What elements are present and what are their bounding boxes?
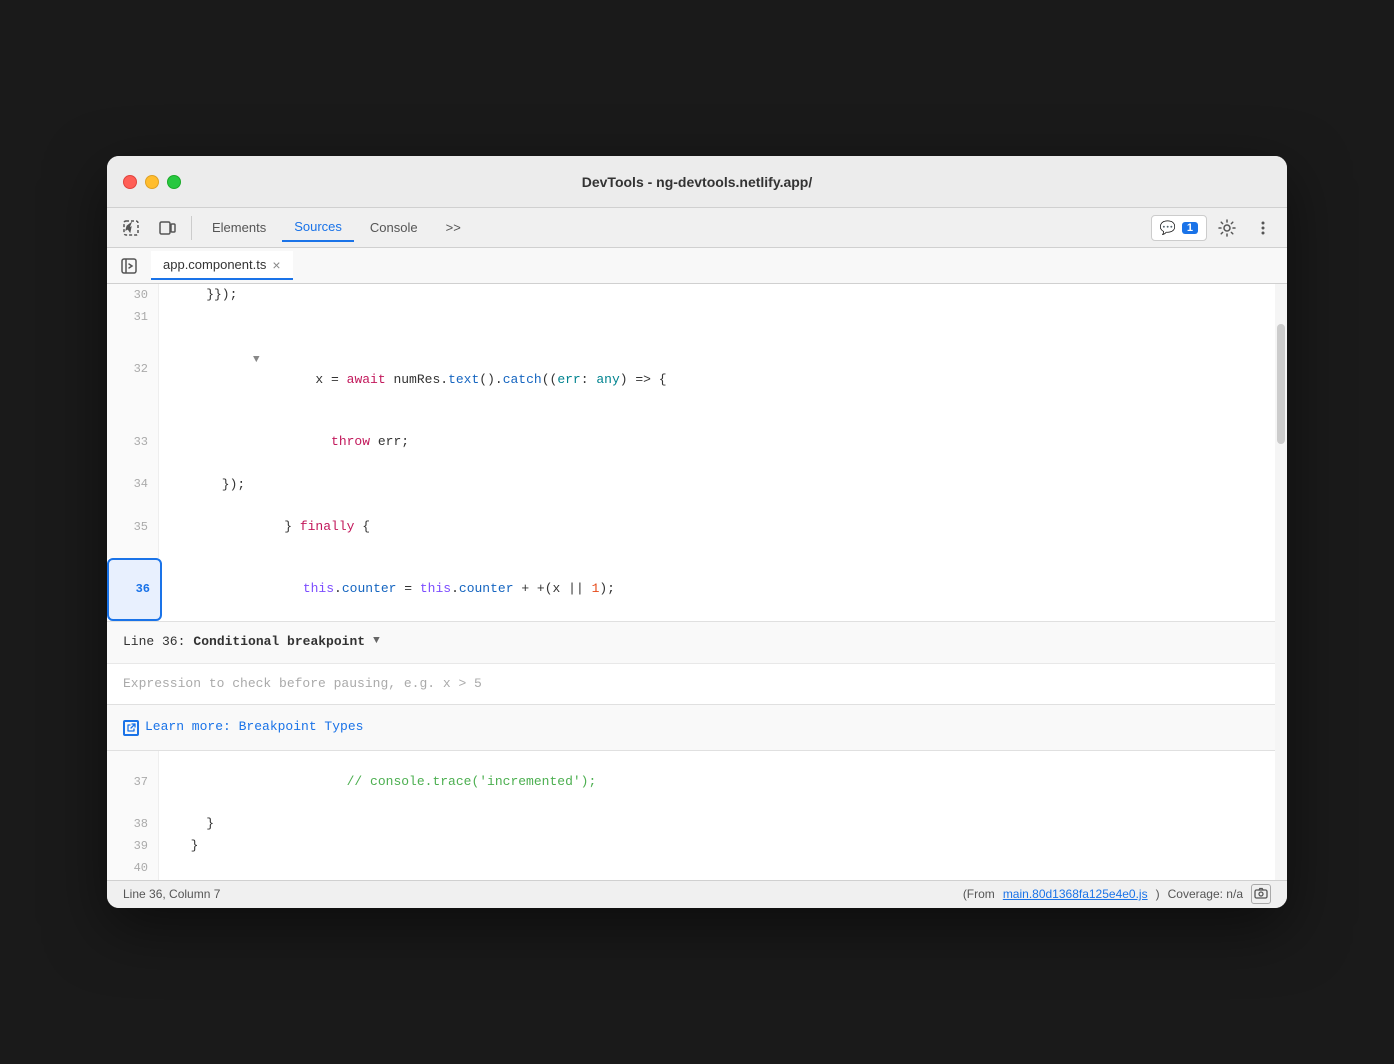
title-bar: DevTools - ng-devtools.netlify.app/ <box>107 156 1287 208</box>
file-tab-close[interactable]: × <box>272 258 280 272</box>
cursor-icon-button[interactable] <box>115 212 147 244</box>
code-content-30: }}); <box>159 285 245 306</box>
external-link-icon <box>123 720 139 736</box>
code-line-39: 39 } <box>107 836 1287 858</box>
code-line-31: 31 <box>107 306 1287 328</box>
breakpoint-line-label: Line 36: <box>123 632 185 653</box>
code-content-37: // console.trace('incremented'); <box>159 751 604 813</box>
screenshot-icon <box>1254 887 1268 901</box>
badge-count: 1 <box>1182 222 1198 234</box>
scrollbar-thumb[interactable] <box>1277 324 1285 444</box>
line-number-35: 35 <box>107 496 159 558</box>
tab-more[interactable]: >> <box>434 214 473 241</box>
code-line-33: 33 throw err; <box>107 412 1287 474</box>
device-toolbar-button[interactable] <box>151 212 183 244</box>
learn-more-label: Learn more: Breakpoint Types <box>145 717 363 738</box>
from-label: (From <box>963 887 995 901</box>
message-icon: 💬 <box>1160 220 1176 236</box>
paren-close: ) <box>1156 887 1160 901</box>
code-line-40: 40 <box>107 858 1287 880</box>
main-content: 30 }}); 31 32 ▼ x = await numRes.text().… <box>107 284 1287 879</box>
file-tab-app-component[interactable]: app.component.ts × <box>151 251 293 280</box>
devtools-topbar: Elements Sources Console >> 💬 1 <box>107 208 1287 248</box>
topbar-divider <box>191 216 192 240</box>
breakpoint-type-label: Conditional breakpoint <box>193 632 365 653</box>
breakpoint-footer: Learn more: Breakpoint Types <box>107 705 1287 750</box>
source-file-link[interactable]: main.80d1368fa125e4e0.js <box>1003 887 1148 901</box>
line-number-39: 39 <box>107 836 159 858</box>
code-line-36: 36 this.counter = this.counter + +(x || … <box>107 558 1287 620</box>
line-number-31: 31 <box>107 306 159 328</box>
window-title: DevTools - ng-devtools.netlify.app/ <box>582 174 813 190</box>
code-content-39: } <box>159 836 206 857</box>
learn-more-link[interactable]: Learn more: Breakpoint Types <box>123 717 363 738</box>
code-content-40 <box>159 858 191 879</box>
line-number-34: 34 <box>107 474 159 496</box>
line-number-33: 33 <box>107 412 159 474</box>
settings-button[interactable] <box>1211 212 1243 244</box>
line-number-36[interactable]: 36 <box>107 558 162 620</box>
sidebar-toggle-icon <box>120 257 138 275</box>
code-line-30: 30 }}); <box>107 284 1287 306</box>
breakpoint-header: Line 36: Conditional breakpoint ▼ <box>107 622 1287 664</box>
gear-icon <box>1218 219 1236 237</box>
breakpoint-input-area <box>107 664 1287 706</box>
cursor-icon <box>122 219 140 237</box>
line-number-40: 40 <box>107 858 159 880</box>
scrollbar-track[interactable] <box>1275 284 1287 879</box>
code-content-33: throw err; <box>159 412 417 474</box>
line-number-30: 30 <box>107 284 159 306</box>
code-line-35: 35 } finally { <box>107 496 1287 558</box>
coverage-label: Coverage: n/a <box>1168 887 1243 901</box>
devtools-window: DevTools - ng-devtools.netlify.app/ Elem… <box>107 156 1287 907</box>
maximize-button[interactable] <box>167 175 181 189</box>
collapse-arrow-32[interactable]: ▼ <box>253 354 260 366</box>
more-options-button[interactable] <box>1247 212 1279 244</box>
code-content-36: this.counter = this.counter + +(x || 1); <box>162 558 623 620</box>
line-number-32: 32 <box>107 328 159 411</box>
code-line-34: 34 }); <box>107 474 1287 496</box>
code-content-38: } <box>159 814 222 835</box>
line-number-38: 38 <box>107 814 159 836</box>
traffic-lights <box>123 175 181 189</box>
tab-console[interactable]: Console <box>358 214 430 241</box>
device-icon <box>158 219 176 237</box>
code-content-32: ▼ x = await numRes.text().catch((err: an… <box>159 328 675 411</box>
code-line-38: 38 } <box>107 814 1287 836</box>
code-line-32: 32 ▼ x = await numRes.text().catch((err:… <box>107 328 1287 411</box>
screenshot-button[interactable] <box>1251 884 1271 904</box>
file-tabbar: app.component.ts × <box>107 248 1287 284</box>
breakpoint-dropdown-arrow[interactable]: ▼ <box>373 633 380 651</box>
more-options-icon <box>1254 219 1272 237</box>
tab-sources[interactable]: Sources <box>282 213 354 242</box>
line-number-37: 37 <box>107 751 159 813</box>
code-content-35: } finally { <box>159 496 378 558</box>
code-content-31 <box>159 307 191 328</box>
code-line-37: 37 // console.trace('incremented'); <box>107 751 1287 813</box>
tab-elements[interactable]: Elements <box>200 214 278 241</box>
close-button[interactable] <box>123 175 137 189</box>
file-tab-name: app.component.ts <box>163 257 266 272</box>
sidebar-toggle-button[interactable] <box>115 252 143 280</box>
code-editor[interactable]: 30 }}); 31 32 ▼ x = await numRes.text().… <box>107 284 1287 879</box>
code-content-34: }); <box>159 475 253 496</box>
breakpoint-expression-input[interactable] <box>123 676 1271 691</box>
cursor-position: Line 36, Column 7 <box>123 887 220 901</box>
messages-badge[interactable]: 💬 1 <box>1151 215 1207 241</box>
breakpoint-panel: Line 36: Conditional breakpoint ▼ <box>107 621 1287 751</box>
minimize-button[interactable] <box>145 175 159 189</box>
status-bar: Line 36, Column 7 (From main.80d1368fa12… <box>107 880 1287 908</box>
